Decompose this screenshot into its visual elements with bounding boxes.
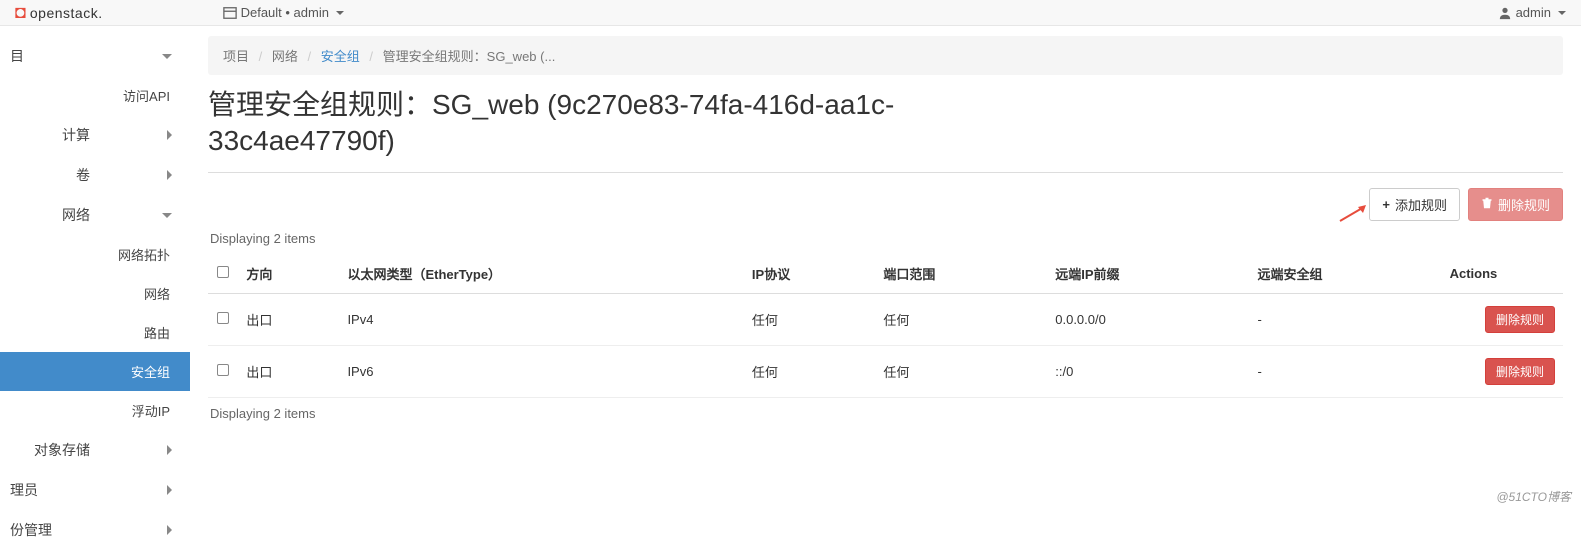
breadcrumb-item[interactable]: 网络: [272, 49, 298, 64]
logo[interactable]: ◘ openstack.: [15, 2, 103, 23]
select-all-checkbox[interactable]: [217, 266, 229, 278]
th-direction[interactable]: 方向: [238, 254, 339, 294]
th-ethertype[interactable]: 以太网类型（EtherType）: [339, 254, 743, 294]
cell-remote-sg: -: [1249, 293, 1441, 345]
table-header-row: 方向 以太网类型（EtherType） IP协议 端口范围 远端IP前缀 远端安…: [208, 254, 1563, 294]
cell-ethertype: IPv6: [339, 345, 743, 397]
logo-icon: ◘: [15, 2, 26, 23]
chevron-down-icon: [162, 54, 172, 59]
nav-admin[interactable]: 理员: [0, 470, 190, 510]
add-rule-label: 添加规则: [1395, 195, 1447, 214]
delete-rules-label: 删除规则: [1498, 195, 1550, 214]
cell-direction: 出口: [238, 345, 339, 397]
cell-port: 任何: [875, 345, 1047, 397]
breadcrumb: 项目 / 网络 / 安全组 / 管理安全组规则：SG_web (...: [208, 36, 1563, 75]
breadcrumb-link-secgroups[interactable]: 安全组: [321, 49, 360, 64]
chevron-down-icon: [162, 213, 172, 218]
page-title: 管理安全组规则：SG_web (9c270e83-74fa-416d-aa1c-…: [208, 87, 948, 160]
cell-protocol: 任何: [744, 293, 875, 345]
chevron-right-icon: [167, 170, 172, 180]
chevron-right-icon: [167, 130, 172, 140]
nav-routers[interactable]: 路由: [0, 313, 190, 352]
topbar: ◘ openstack. Default • admin admin: [0, 0, 1581, 26]
context-label: Default • admin: [241, 5, 329, 20]
cell-direction: 出口: [238, 293, 339, 345]
domain-icon: [223, 6, 237, 20]
breadcrumb-current: 管理安全组规则：SG_web (...: [383, 49, 556, 64]
nav-volumes[interactable]: 卷: [0, 155, 190, 195]
nav-floating-ip[interactable]: 浮动IP: [0, 391, 190, 430]
nav-identity[interactable]: 份管理: [0, 510, 190, 550]
display-count-top: Displaying 2 items: [210, 231, 1561, 246]
divider: [208, 172, 1563, 173]
table-actions: + 添加规则 删除规则: [208, 188, 1563, 221]
project-context-dropdown[interactable]: Default • admin: [223, 5, 344, 20]
nav-api-access[interactable]: 访问API: [0, 76, 190, 115]
plus-icon: +: [1382, 197, 1390, 212]
display-count-bottom: Displaying 2 items: [210, 406, 1561, 421]
cell-port: 任何: [875, 293, 1047, 345]
chevron-right-icon: [167, 525, 172, 535]
row-checkbox[interactable]: [217, 312, 229, 324]
th-protocol[interactable]: IP协议: [744, 254, 875, 294]
nav-topology[interactable]: 网络拓扑: [0, 235, 190, 274]
nav-networks[interactable]: 网络: [0, 274, 190, 313]
th-remote-ip[interactable]: 远端IP前缀: [1047, 254, 1249, 294]
nav-project[interactable]: 目: [0, 36, 190, 76]
trash-icon: [1481, 197, 1493, 212]
watermark: @51CTO博客: [1496, 488, 1571, 505]
user-icon: [1498, 6, 1512, 20]
chevron-right-icon: [167, 445, 172, 455]
th-port-range[interactable]: 端口范围: [875, 254, 1047, 294]
delete-rule-button[interactable]: 删除规则: [1485, 358, 1555, 385]
th-remote-sg[interactable]: 远端安全组: [1249, 254, 1441, 294]
logo-text: openstack.: [30, 5, 103, 21]
chevron-right-icon: [167, 485, 172, 495]
table-row: 出口 IPv4 任何 任何 0.0.0.0/0 - 删除规则: [208, 293, 1563, 345]
user-menu-dropdown[interactable]: admin: [1498, 5, 1566, 20]
row-checkbox[interactable]: [217, 364, 229, 376]
content-area: 项目 / 网络 / 安全组 / 管理安全组规则：SG_web (... 管理安全…: [190, 26, 1581, 550]
cell-remote-ip: ::/0: [1047, 345, 1249, 397]
cell-remote-ip: 0.0.0.0/0: [1047, 293, 1249, 345]
caret-down-icon: [336, 11, 344, 15]
cell-ethertype: IPv4: [339, 293, 743, 345]
caret-down-icon: [1558, 11, 1566, 15]
table-row: 出口 IPv6 任何 任何 ::/0 - 删除规则: [208, 345, 1563, 397]
sidebar: 目 访问API 计算 卷 网络 网络拓扑 网络 路由 安全组 浮动IP 对象存储…: [0, 26, 190, 550]
th-actions: Actions: [1442, 254, 1563, 294]
nav-compute[interactable]: 计算: [0, 115, 190, 155]
nav-security-groups[interactable]: 安全组: [0, 352, 190, 391]
annotation-arrow-icon: [1338, 203, 1368, 226]
nav-network[interactable]: 网络: [0, 195, 190, 235]
breadcrumb-item[interactable]: 项目: [223, 49, 249, 64]
cell-protocol: 任何: [744, 345, 875, 397]
rules-table: 方向 以太网类型（EtherType） IP协议 端口范围 远端IP前缀 远端安…: [208, 254, 1563, 398]
nav-object-storage[interactable]: 对象存储: [0, 430, 190, 470]
delete-rules-button[interactable]: 删除规则: [1468, 188, 1563, 221]
add-rule-button[interactable]: + 添加规则: [1369, 188, 1460, 221]
user-label: admin: [1516, 5, 1551, 20]
cell-remote-sg: -: [1249, 345, 1441, 397]
delete-rule-button[interactable]: 删除规则: [1485, 306, 1555, 333]
